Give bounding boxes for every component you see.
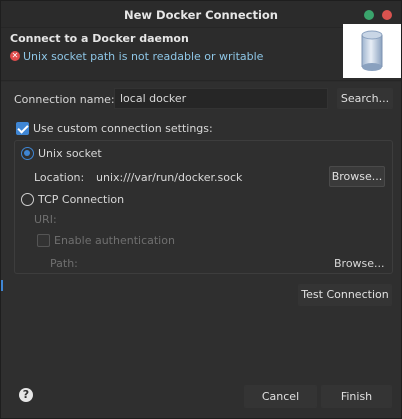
maximize-button[interactable] [364, 10, 374, 20]
cancel-button[interactable]: Cancel [244, 385, 317, 408]
tcp-browse-button[interactable]: Browse... [334, 257, 385, 270]
docker-cylinder-icon [343, 24, 401, 78]
unix-socket-label: Unix socket [38, 147, 102, 160]
title-bar: New Docker Connection [1, 1, 401, 28]
close-button[interactable] [382, 10, 392, 20]
connection-settings-group [14, 140, 393, 274]
finish-button[interactable]: Finish [321, 385, 392, 408]
custom-settings-label: Use custom connection settings: [33, 122, 213, 135]
error-icon: ✕ [10, 51, 20, 61]
dialog-header: Connect to a Docker daemon ✕ Unix socket… [1, 28, 401, 82]
tcp-connection-label: TCP Connection [38, 193, 125, 206]
window-title: New Docker Connection [124, 8, 278, 22]
enable-authentication-label: Enable authentication [54, 234, 175, 247]
connection-name-label: Connection name: [14, 93, 115, 106]
location-value[interactable]: unix:///var/run/docker.sock [96, 171, 242, 184]
path-label: Path: [50, 257, 78, 270]
enable-authentication-checkbox[interactable] [37, 234, 50, 247]
header-separator [1, 80, 401, 81]
focus-edge-marker [1, 280, 4, 291]
unix-socket-radio[interactable] [21, 147, 34, 160]
location-label: Location: [34, 171, 85, 184]
new-docker-connection-dialog: New Docker Connection Connect to a Docke… [0, 0, 402, 419]
custom-settings-checkbox[interactable] [16, 122, 29, 135]
error-message: Unix socket path is not readable or writ… [23, 50, 264, 63]
search-button[interactable]: Search... [337, 88, 393, 109]
connection-name-input[interactable]: local docker [114, 88, 328, 109]
unix-browse-button[interactable]: Browse... [329, 166, 385, 187]
tcp-connection-radio[interactable] [21, 193, 34, 206]
uri-label: URI: [34, 213, 57, 226]
help-icon[interactable]: ? [19, 388, 33, 402]
header-title: Connect to a Docker daemon [10, 32, 189, 45]
test-connection-button[interactable]: Test Connection [298, 284, 392, 306]
